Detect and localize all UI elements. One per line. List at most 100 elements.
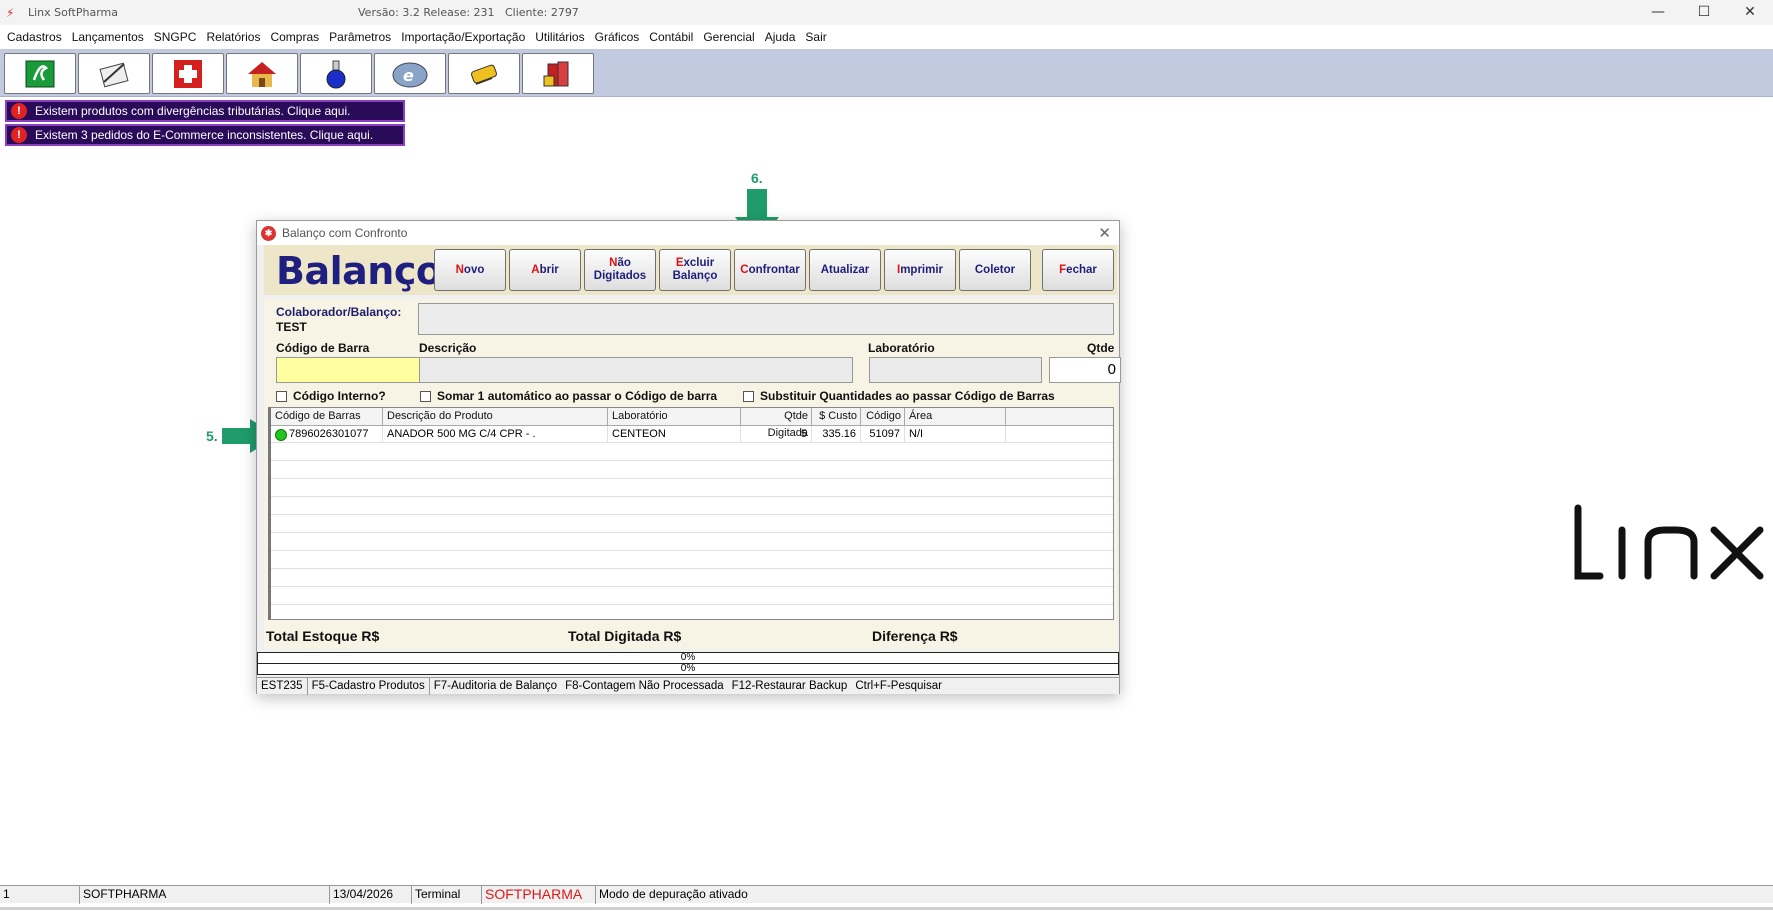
version-label: Versão: 3.2 Release: 231 — [358, 6, 495, 19]
menu-relatorios[interactable]: Relatórios — [201, 30, 265, 44]
status-shortcut-f8: F8-Contagem Não Processada — [565, 679, 724, 692]
toolbar-button-dispenser[interactable] — [448, 53, 520, 94]
diferenca-label: Diferença R$ — [872, 628, 958, 644]
toolbar: e — [0, 49, 1773, 97]
table-row — [271, 588, 1113, 605]
dialog-title-bar: ✱ Balanço com Confronto ✕ — [257, 221, 1119, 245]
grid-header-cell[interactable]: Código — [861, 408, 905, 426]
house-icon — [248, 61, 276, 87]
toolbar-button-notes[interactable] — [78, 53, 150, 94]
minimize-button[interactable]: — — [1635, 0, 1681, 25]
status-date: 13/04/2026 — [330, 886, 412, 904]
dialog-title: Balanço com Confronto — [282, 226, 408, 240]
alert-divergencias[interactable]: ! Existem produtos com divergências trib… — [5, 100, 405, 122]
menu-parametros[interactable]: Parâmetros — [324, 30, 396, 44]
table-row — [271, 462, 1113, 479]
alert-ecommerce[interactable]: ! Existem 3 pedidos do E-Commerce incons… — [5, 124, 405, 146]
menu-cadastros[interactable]: Cadastros — [2, 30, 67, 44]
grid-header-cell[interactable]: Código de Barras — [271, 408, 383, 426]
app-icon: ⚡ — [6, 5, 15, 20]
table-row — [271, 552, 1113, 569]
colaborador-label: Colaborador/Balanço: — [276, 305, 402, 319]
alert-text: Existem 3 pedidos do E-Commerce inconsis… — [35, 128, 374, 142]
imprimir-button[interactable]: Imprimir — [884, 249, 956, 291]
toolbar-button-books[interactable] — [522, 53, 594, 94]
somar-automatico-checkbox[interactable]: Somar 1 automático ao passar o Código de… — [420, 389, 717, 403]
checkbox-box[interactable] — [743, 390, 754, 402]
dispenser-icon — [471, 64, 497, 85]
grid-cell: 5 — [741, 426, 812, 443]
menu-lancamentos[interactable]: Lançamentos — [67, 30, 149, 44]
grid-cell: CENTEON — [608, 426, 741, 443]
table-row — [271, 516, 1113, 533]
nao-digitados-button[interactable]: Não Digitados — [584, 249, 656, 291]
descricao-field — [419, 357, 853, 383]
nfe-icon: e — [392, 62, 428, 87]
toolbar-button-nfe[interactable]: e — [374, 53, 446, 94]
menu-utilitarios[interactable]: Utilitários — [530, 30, 589, 44]
status-shortcut-ctrlf: Ctrl+F-Pesquisar — [855, 679, 942, 692]
atualizar-button[interactable]: Atualizar — [809, 249, 881, 291]
laboratorio-label: Laboratório — [868, 341, 935, 355]
menu-gerencial[interactable]: Gerencial — [698, 30, 759, 44]
bottom-scrollbar[interactable] — [0, 907, 1773, 910]
grid-header-cell[interactable]: $ Custo — [812, 408, 861, 426]
menu-sngpc[interactable]: SNGPC — [149, 30, 202, 44]
products-grid[interactable]: Código de Barras Descrição do Produto La… — [268, 407, 1114, 620]
menu-contabil[interactable]: Contábil — [644, 30, 698, 44]
menu-importacao[interactable]: Importação/Exportação — [396, 30, 530, 44]
alert-icon: ! — [11, 127, 27, 143]
excluir-balanco-button[interactable]: Excluir Balanço — [659, 249, 731, 291]
status-shortcut-f12: F12-Restaurar Backup — [731, 679, 848, 692]
menu-compras[interactable]: Compras — [265, 30, 324, 44]
codigo-barra-label: Código de Barra — [276, 341, 370, 355]
qtde-input[interactable]: 0 — [1049, 357, 1121, 383]
table-row — [271, 480, 1113, 497]
app-title: Linx SoftPharma — [28, 6, 118, 19]
codigo-interno-checkbox[interactable]: Código Interno? — [276, 389, 386, 403]
colaborador-value: TEST — [276, 320, 307, 334]
progress-bar-2: 0% — [257, 663, 1119, 675]
qtde-label: Qtde — [1087, 341, 1115, 355]
totals-bar: Total Estoque R$ Total Digitada R$ Difer… — [264, 623, 1117, 649]
maximize-button[interactable]: ☐ — [1681, 0, 1727, 25]
grid-header-cell[interactable]: Descrição do Produto — [383, 408, 608, 426]
toolbar-button-lab[interactable] — [300, 53, 372, 94]
checkbox-box[interactable] — [276, 390, 287, 402]
dialog-status-bar: EST235 F5-Cadastro Produtos F7-Auditoria… — [257, 677, 1119, 695]
status-shortcut-f5: F5-Cadastro Produtos — [308, 677, 430, 695]
toolbar-button-home[interactable] — [226, 53, 298, 94]
codigo-barra-input[interactable] — [276, 357, 422, 383]
balanco-dialog: ✱ Balanço com Confronto ✕ Balanço Novo A… — [256, 220, 1121, 695]
grid-header-cell[interactable]: Área — [905, 408, 1006, 426]
title-bar: ⚡ Linx SoftPharma Versão: 3.2 Release: 2… — [0, 0, 1773, 25]
close-button[interactable]: ✕ — [1727, 0, 1773, 25]
menu-graficos[interactable]: Gráficos — [590, 30, 645, 44]
substituir-quantidades-checkbox[interactable]: Substituir Quantidades ao passar Código … — [743, 389, 1055, 403]
alert-text: Existem produtos com divergências tribut… — [35, 104, 351, 118]
grid-header-cell[interactable]: Laboratório — [608, 408, 741, 426]
checkbox-box[interactable] — [420, 390, 431, 402]
coletor-button[interactable]: Coletor — [959, 249, 1031, 291]
grid-header-cell[interactable]: Qtde Digitada — [741, 408, 812, 439]
table-row — [271, 498, 1113, 515]
table-row[interactable]: 7896026301077 ANADOR 500 MG C/4 CPR - . … — [271, 426, 1113, 443]
abrir-button[interactable]: Abrir — [509, 249, 581, 291]
fechar-button[interactable]: Fechar — [1042, 249, 1114, 291]
novo-button[interactable]: Novo — [434, 249, 506, 291]
status-debug-mode: Modo de depuração ativado — [599, 887, 748, 901]
page-title: Balanço — [276, 249, 442, 293]
status-system: SOFTPHARMA — [482, 886, 596, 904]
total-estoque-label: Total Estoque R$ — [266, 628, 380, 644]
toolbar-button-pharmacy[interactable] — [152, 53, 224, 94]
status-bar: 1 SOFTPHARMA 13/04/2026 Terminal SOFTPHA… — [0, 885, 1773, 904]
menu-ajuda[interactable]: Ajuda — [760, 30, 801, 44]
menu-sair[interactable]: Sair — [800, 30, 831, 44]
confrontar-button[interactable]: Confrontar — [734, 249, 806, 291]
notepad-pen-icon — [99, 62, 129, 87]
dialog-close-button[interactable]: ✕ — [1098, 224, 1111, 242]
toolbar-button-cash[interactable] — [4, 53, 76, 94]
descricao-label: Descrição — [419, 341, 477, 355]
grid-header: Código de Barras Descrição do Produto La… — [271, 408, 1113, 439]
pharmacy-cross-icon — [174, 59, 202, 88]
